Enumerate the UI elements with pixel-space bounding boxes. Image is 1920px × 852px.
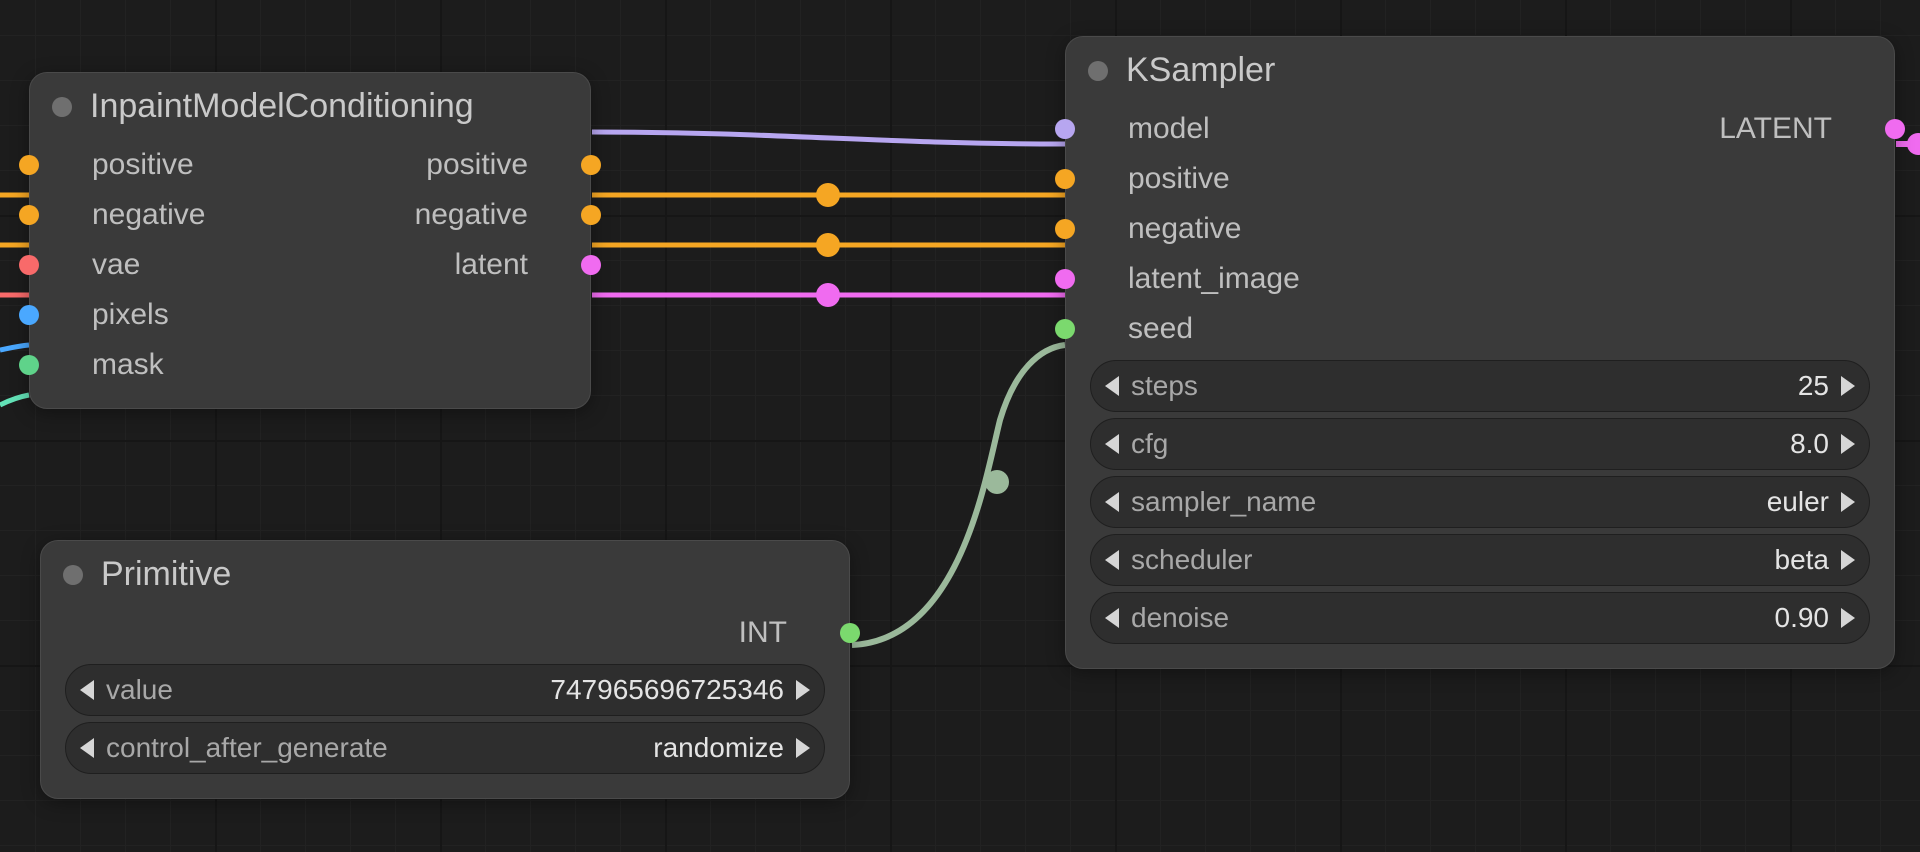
- spinner-right-icon[interactable]: [1841, 376, 1855, 396]
- node-body: model LATENT positive negative latent_im…: [1066, 100, 1894, 668]
- output-label: latent: [455, 248, 528, 282]
- spinner-right-icon[interactable]: [796, 680, 810, 700]
- spinner-right-icon[interactable]: [1841, 434, 1855, 454]
- input-label: negative: [1128, 212, 1241, 246]
- input-label: vae: [92, 248, 140, 282]
- widget-label: steps: [1131, 370, 1198, 402]
- widget-label: scheduler: [1131, 544, 1252, 576]
- port-output-int[interactable]: [840, 623, 860, 643]
- input-label: pixels: [92, 298, 169, 332]
- input-label: positive: [92, 148, 194, 182]
- node-title: KSampler: [1126, 51, 1275, 90]
- input-label: model: [1128, 112, 1210, 146]
- spinner-right-icon[interactable]: [1841, 608, 1855, 628]
- port-input-model[interactable]: [1055, 119, 1075, 139]
- node-header[interactable]: Primitive: [41, 541, 849, 604]
- spinner-left-icon[interactable]: [80, 738, 94, 758]
- port-input-pixels[interactable]: [19, 305, 39, 325]
- spinner-left-icon[interactable]: [80, 680, 94, 700]
- port-input-negative[interactable]: [19, 205, 39, 225]
- spinner-left-icon[interactable]: [1105, 434, 1119, 454]
- output-label: INT: [739, 616, 787, 650]
- input-label: positive: [1128, 162, 1230, 196]
- port-input-latent-image[interactable]: [1055, 269, 1075, 289]
- widget-label: control_after_generate: [106, 732, 388, 764]
- node-header[interactable]: InpaintModelConditioning: [30, 73, 590, 136]
- widget-scheduler[interactable]: scheduler beta: [1090, 534, 1870, 586]
- input-label: latent_image: [1128, 262, 1300, 296]
- widget-control-after-generate[interactable]: control_after_generate randomize: [65, 722, 825, 774]
- node-inpaint-model-conditioning[interactable]: InpaintModelConditioning positive positi…: [29, 72, 591, 409]
- node-ksampler[interactable]: KSampler model LATENT positive negative …: [1065, 36, 1895, 669]
- widget-sampler-name[interactable]: sampler_name euler: [1090, 476, 1870, 528]
- node-header[interactable]: KSampler: [1066, 37, 1894, 100]
- node-body: positive positive negative negative vae …: [30, 136, 590, 408]
- widget-value-text: 0.90: [1241, 602, 1829, 634]
- widget-cfg[interactable]: cfg 8.0: [1090, 418, 1870, 470]
- node-primitive[interactable]: Primitive INT value 747965696725346 cont…: [40, 540, 850, 799]
- widget-value-text: 747965696725346: [185, 674, 784, 706]
- port-input-seed[interactable]: [1055, 319, 1075, 339]
- input-label: seed: [1128, 312, 1193, 346]
- node-body: INT value 747965696725346 control_after_…: [41, 604, 849, 798]
- widget-label: value: [106, 674, 173, 706]
- port-input-mask[interactable]: [19, 355, 39, 375]
- port-output-negative[interactable]: [581, 205, 601, 225]
- widget-steps[interactable]: steps 25: [1090, 360, 1870, 412]
- input-label: negative: [92, 198, 205, 232]
- port-input-positive[interactable]: [1055, 169, 1075, 189]
- widget-value-text: 8.0: [1180, 428, 1829, 460]
- widget-value-text: 25: [1210, 370, 1829, 402]
- output-label: LATENT: [1719, 112, 1832, 146]
- collapse-dot-icon[interactable]: [63, 565, 83, 585]
- collapse-dot-icon[interactable]: [52, 97, 72, 117]
- port-output-positive[interactable]: [581, 155, 601, 175]
- spinner-left-icon[interactable]: [1105, 608, 1119, 628]
- widget-value[interactable]: value 747965696725346: [65, 664, 825, 716]
- node-title: Primitive: [101, 555, 231, 594]
- port-output-latent[interactable]: [581, 255, 601, 275]
- spinner-left-icon[interactable]: [1105, 492, 1119, 512]
- port-input-negative[interactable]: [1055, 219, 1075, 239]
- output-label: positive: [426, 148, 528, 182]
- widget-label: sampler_name: [1131, 486, 1316, 518]
- port-output-latent[interactable]: [1885, 119, 1905, 139]
- widget-denoise[interactable]: denoise 0.90: [1090, 592, 1870, 644]
- widget-label: cfg: [1131, 428, 1168, 460]
- widget-value-text: randomize: [400, 732, 784, 764]
- spinner-left-icon[interactable]: [1105, 550, 1119, 570]
- port-input-positive[interactable]: [19, 155, 39, 175]
- port-input-vae[interactable]: [19, 255, 39, 275]
- spinner-left-icon[interactable]: [1105, 376, 1119, 396]
- output-label: negative: [415, 198, 528, 232]
- spinner-right-icon[interactable]: [1841, 550, 1855, 570]
- collapse-dot-icon[interactable]: [1088, 61, 1108, 81]
- spinner-right-icon[interactable]: [796, 738, 810, 758]
- widget-value-text: euler: [1328, 486, 1829, 518]
- widget-label: denoise: [1131, 602, 1229, 634]
- spinner-right-icon[interactable]: [1841, 492, 1855, 512]
- input-label: mask: [92, 348, 164, 382]
- widget-value-text: beta: [1264, 544, 1829, 576]
- node-title: InpaintModelConditioning: [90, 87, 474, 126]
